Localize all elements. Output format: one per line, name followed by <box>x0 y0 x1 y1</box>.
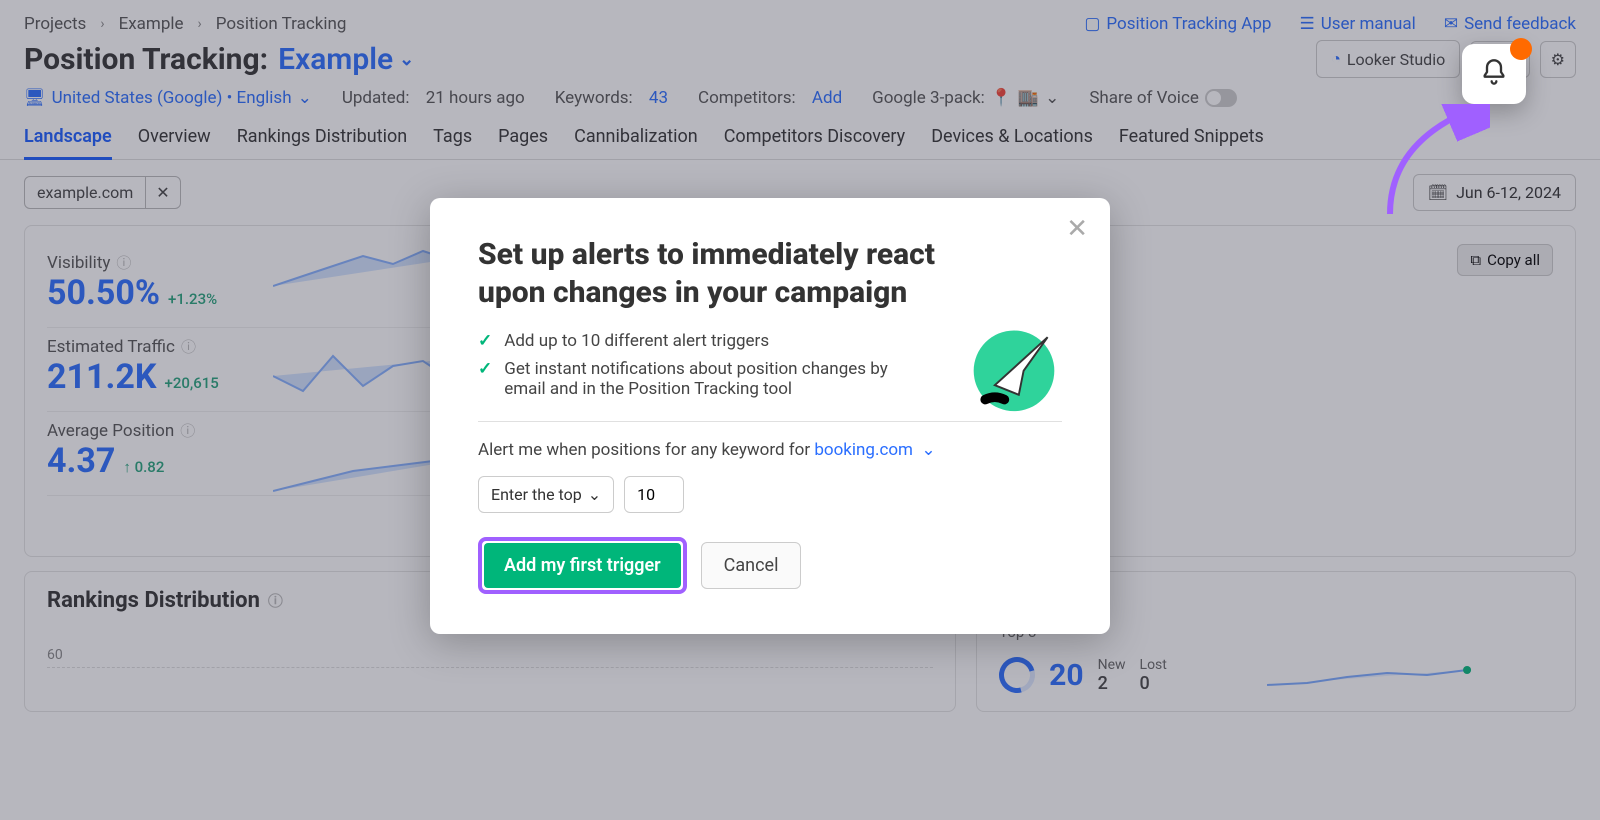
paper-plane-illustration <box>966 318 1062 414</box>
alerts-setup-modal: ✕ Set up alerts to immediately react upo… <box>430 198 1110 634</box>
close-button[interactable]: ✕ <box>1066 216 1088 242</box>
alert-condition-text: Alert me when positions for any keyword … <box>478 440 1062 460</box>
notification-badge-icon <box>1510 38 1532 60</box>
modal-bullet: Add up to 10 different alert triggers <box>504 331 769 351</box>
select-label: Enter the top <box>491 485 582 504</box>
check-icon: ✓ <box>478 331 492 351</box>
modal-bullet: Get instant notifications about position… <box>504 359 908 399</box>
alert-domain-selector[interactable]: booking.com <box>814 440 913 460</box>
add-first-trigger-button[interactable]: Add my first trigger <box>484 543 681 588</box>
notification-bell-highlight[interactable] <box>1462 44 1526 104</box>
chevron-down-icon: ⌄ <box>917 440 935 460</box>
pointer-arrow-icon <box>1380 104 1490 228</box>
check-icon: ✓ <box>478 359 492 399</box>
condition-select[interactable]: Enter the top ⌄ <box>478 476 614 513</box>
highlight-frame: Add my first trigger <box>478 537 687 594</box>
chevron-down-icon: ⌄ <box>588 485 601 504</box>
modal-title: Set up alerts to immediately react upon … <box>478 236 998 311</box>
bell-icon <box>1480 58 1508 86</box>
threshold-input[interactable] <box>624 476 684 513</box>
cancel-button[interactable]: Cancel <box>701 542 802 589</box>
